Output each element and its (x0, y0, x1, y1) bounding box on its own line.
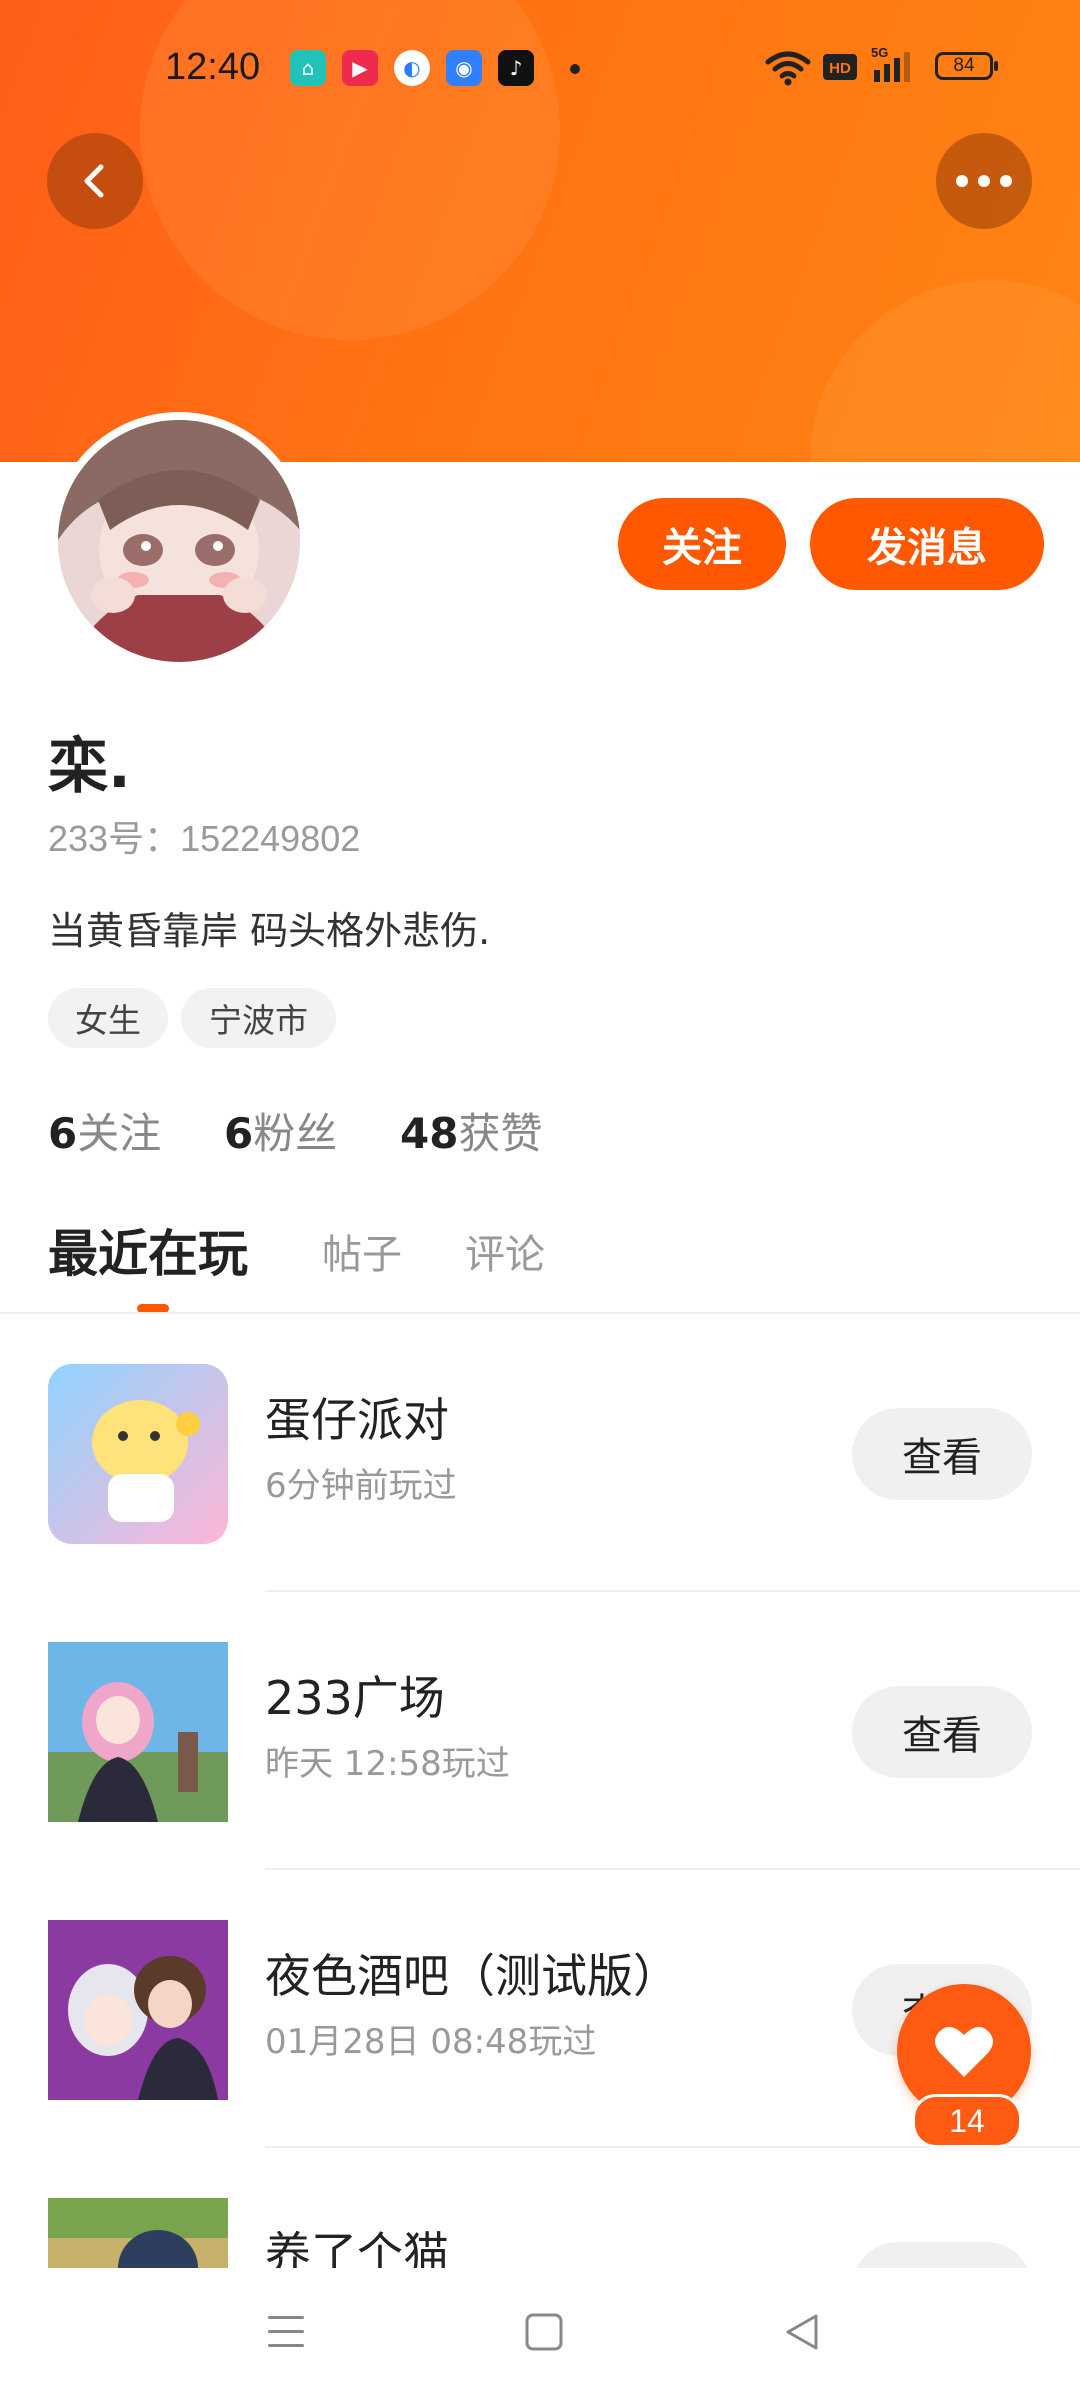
more-dots-icon (956, 175, 1012, 187)
view-game-button[interactable]: 查看 (852, 1408, 1032, 1500)
menu-nav-icon[interactable] (266, 2314, 306, 2350)
stat-following[interactable]: 6关注 (48, 1100, 161, 1161)
svg-text:HD: HD (829, 60, 851, 77)
wifi-icon (765, 51, 811, 86)
browser-notification-icon: ◐ (394, 50, 430, 86)
like-count-badge: 14 (912, 2094, 1022, 2148)
app-notification-icon: ⌂ (290, 50, 326, 86)
battery-indicator: 84 (935, 52, 998, 80)
video-app-notification-icon: ▶ (342, 50, 378, 86)
game-icon (48, 1920, 228, 2100)
game-list-item[interactable]: 蛋仔派对 6分钟前玩过 查看 (0, 1314, 1080, 1592)
game-icon (48, 1642, 228, 1822)
game-icon (48, 1364, 228, 1544)
game-title: 蛋仔派对 (265, 1393, 449, 1447)
user-avatar[interactable] (50, 412, 308, 670)
game-last-played: 昨天 12:58玩过 (265, 1744, 510, 1784)
chevron-left-icon (84, 164, 104, 198)
more-notifications-icon (570, 64, 580, 74)
hd-icon: HD (823, 54, 857, 80)
status-bar: 12:40 ⌂ ▶ ◐ ◉ ♪ HD 5G 84 (0, 38, 1080, 98)
stat-followers[interactable]: 6粉丝 (224, 1100, 337, 1161)
game-list-item[interactable]: 养了个猫 查看 (0, 2148, 1080, 2268)
follow-button[interactable]: 关注 (618, 498, 786, 590)
profile-uid: 233号：152249802 (48, 818, 361, 859)
tab-comments[interactable]: 评论 (465, 1222, 545, 1280)
system-navigation-bar (0, 2268, 1080, 2400)
tab-posts[interactable]: 帖子 (322, 1222, 402, 1280)
game-title: 夜色酒吧（测试版） (265, 1949, 679, 2003)
status-time: 12:40 (165, 46, 261, 88)
profile-tabs: 最近在玩 帖子 评论 (0, 1212, 1080, 1313)
send-message-button[interactable]: 发消息 (810, 498, 1044, 590)
back-button[interactable] (47, 133, 143, 229)
game-list-item[interactable]: 233广场 昨天 12:58玩过 查看 (0, 1592, 1080, 1870)
back-nav-icon[interactable] (782, 2312, 822, 2352)
game-icon (48, 2198, 228, 2268)
game-title: 233广场 (265, 1671, 445, 1725)
camera-notification-icon: ◉ (446, 50, 482, 86)
stat-likes[interactable]: 48获赞 (400, 1100, 542, 1161)
view-game-button[interactable]: 查看 (852, 2242, 1032, 2268)
game-last-played: 6分钟前玩过 (265, 1466, 457, 1506)
tag-gender: 女生 (48, 988, 168, 1048)
tag-location: 宁波市 (181, 988, 336, 1048)
game-last-played: 01月28日 08:48玩过 (265, 2022, 597, 2062)
tab-recently-played[interactable]: 最近在玩 (48, 1214, 248, 1286)
view-game-button[interactable]: 查看 (852, 1686, 1032, 1778)
heart-icon (935, 2026, 993, 2077)
home-nav-icon[interactable] (524, 2312, 564, 2352)
profile-name: 栾. (48, 732, 131, 802)
signal-5g-icon: 5G (871, 45, 910, 82)
profile-bio: 当黄昏靠岸 码头格外悲伤. (48, 909, 491, 953)
svg-text:5G: 5G (871, 45, 888, 60)
tiktok-notification-icon: ♪ (498, 50, 534, 86)
game-title: 养了个猫 (265, 2227, 449, 2268)
more-options-button[interactable] (936, 133, 1032, 229)
anime-avatar-image (58, 420, 300, 662)
